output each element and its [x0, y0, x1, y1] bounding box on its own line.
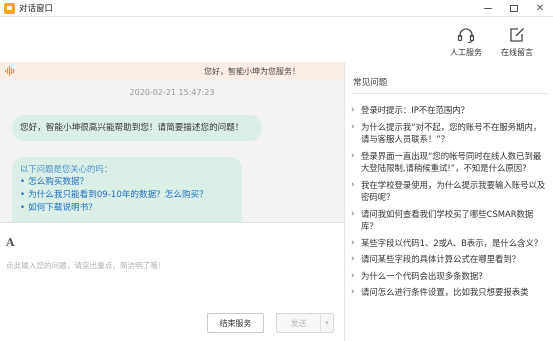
faq-item[interactable]: › 登录时提示：IP不在范围内？ — [351, 104, 547, 117]
notice-text: 您好，智能小坤为您服务！ — [204, 66, 300, 76]
title-bar: 对话窗口 ✕ — [0, 0, 553, 17]
faq-item[interactable]: › 某些字段以代码1、2或A、B表示，是什么含义？ — [351, 237, 547, 250]
faq-item[interactable]: › 为什么一个代码会出现多条数据？ — [351, 270, 547, 283]
faq-item[interactable]: › 我在学校登录使用，为什么提示我要输入账号以及密码呢？ — [351, 179, 547, 204]
suggested-question-link[interactable]: • 为什么我只能看到09-10年的数据？怎么购买？ — [20, 189, 234, 202]
edit-icon — [510, 28, 524, 42]
chevron-right-icon: › — [351, 270, 355, 281]
chevron-down-icon[interactable]: ▾ — [321, 314, 333, 332]
manual-service-button[interactable]: 人工服务 — [442, 27, 490, 61]
suggested-question-link[interactable]: • 如何下载说明书？ — [20, 202, 234, 215]
faq-item[interactable]: › 登录界面一直出现“您的帐号同时在线人数已到最大登陆限制,请稍候重试!”，不知是… — [351, 150, 547, 175]
window-controls: ✕ — [475, 0, 553, 17]
message-input[interactable] — [4, 257, 334, 309]
maximize-icon[interactable] — [501, 0, 527, 17]
chevron-right-icon: › — [351, 105, 355, 115]
send-button-group: 发送 ▾ — [276, 313, 334, 333]
suggested-questions-message: 以下问题是您关心的吗： • 怎么购买数据？ • 为什么我只能看到09-10年的数据？… — [12, 157, 242, 222]
chevron-right-icon: › — [351, 179, 355, 190]
app-logo-icon — [4, 2, 15, 14]
suggested-questions-title: 以下问题是您关心的吗： — [20, 164, 113, 174]
window-title: 对话窗口 — [19, 4, 54, 14]
leave-message-label: 在线留言 — [501, 48, 533, 57]
leave-message-button[interactable]: 在线留言 — [493, 27, 541, 61]
faq-panel: 常见问题 › 登录时提示：IP不在范围内？ › 为什么提示我“对不起，您的账号不在服… — [345, 62, 553, 341]
minimize-icon[interactable] — [475, 0, 501, 17]
font-icon[interactable]: A — [6, 236, 15, 249]
faq-item[interactable]: › 请问怎么进行条件设置，比如我只想要报表类 — [351, 286, 547, 299]
message-timestamp: 2020-02-21 15:47:23 — [129, 88, 215, 97]
manual-service-label: 人工服务 — [450, 48, 482, 57]
input-area: A 点此输入您的问题，请突出重点，简洁明了哦！ 结束服务 发送 ▾ — [0, 222, 344, 341]
chat-history[interactable]: 您好，智能小坤为您服务！ 2020-02-21 15:47:23 您好，智能小坤… — [0, 62, 344, 222]
welcome-message: 您好，智能小坤很高兴能帮助到您！请简要描述您的问题！ — [12, 115, 262, 141]
sound-wave-icon — [5, 66, 15, 76]
faq-panel-title: 常见问题 — [353, 78, 388, 88]
chevron-right-icon: › — [351, 254, 355, 264]
headset-icon — [457, 28, 475, 43]
chevron-right-icon: › — [351, 237, 355, 248]
close-icon[interactable]: ✕ — [527, 0, 553, 17]
chevron-right-icon: › — [351, 287, 355, 297]
chevron-right-icon: › — [351, 121, 355, 132]
suggested-question-link[interactable]: • 怎么购买数据？ — [20, 176, 234, 189]
send-button[interactable]: 发送 — [277, 314, 321, 332]
faq-item[interactable]: › 为什么提示我“对不起，您的账号不在服务期内，请与客服人员联系！”？ — [351, 121, 547, 146]
faq-item[interactable]: › 请问我如何查看我们学校买了哪些CSMAR数据库？ — [351, 208, 547, 233]
notice-bar: 您好，智能小坤为您服务！ — [0, 62, 344, 80]
faq-item[interactable]: › 请问某些字段的具体计算公式在哪里看到？ — [351, 253, 547, 266]
chevron-right-icon: › — [351, 150, 355, 161]
faq-list: › 登录时提示：IP不在范围内？ › 为什么提示我“对不起，您的账号不在服务期内，请… — [351, 104, 547, 303]
chevron-right-icon: › — [351, 208, 355, 219]
faq-panel-divider — [351, 93, 547, 94]
header: 人工服务 在线留言 — [0, 17, 553, 62]
end-service-button[interactable]: 结束服务 — [207, 313, 264, 333]
